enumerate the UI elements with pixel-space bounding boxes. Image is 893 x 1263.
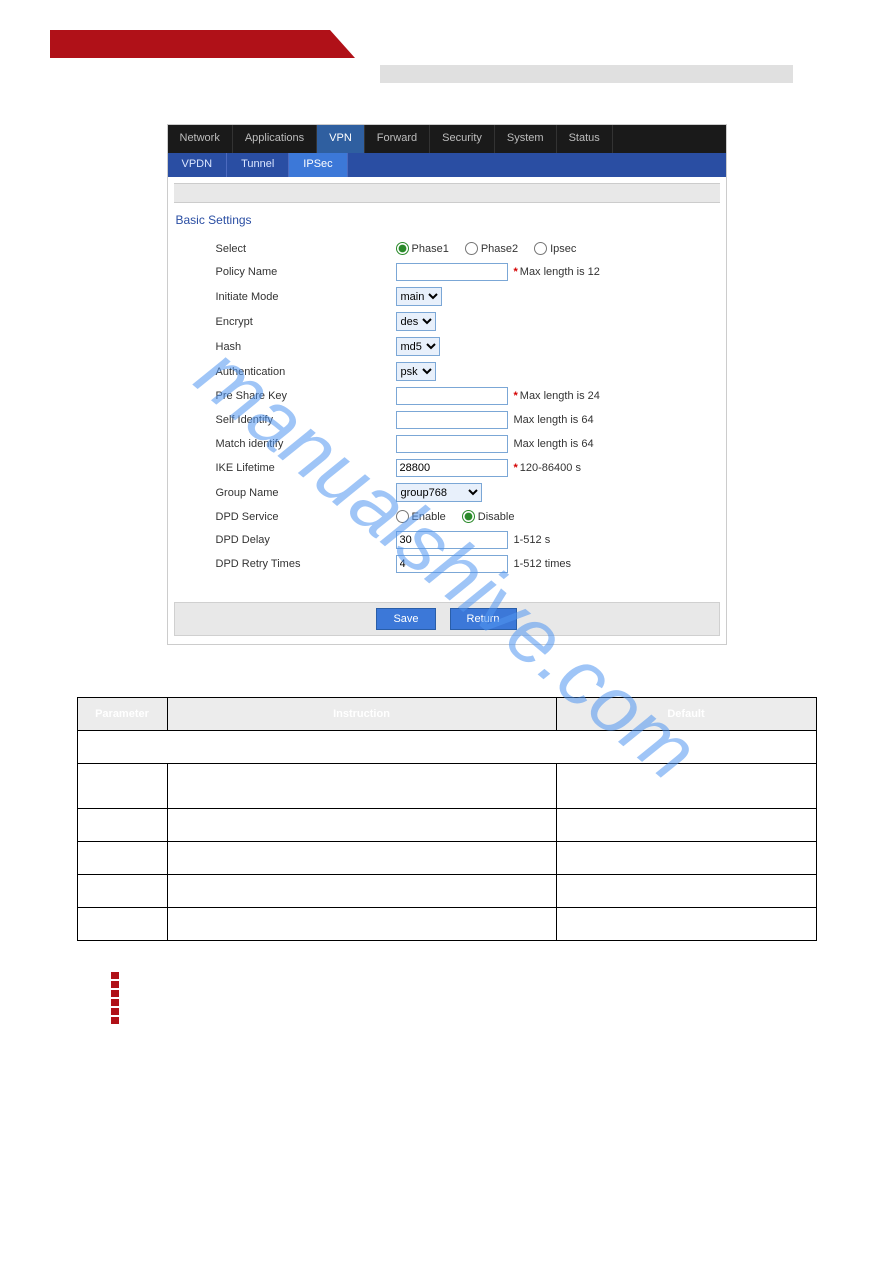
- cell-d-3: des: [556, 875, 816, 908]
- match-id-input[interactable]: [396, 435, 508, 453]
- chapter-label: Chapter 3 Router Configuration: [650, 976, 803, 988]
- radio-phase2[interactable]: Phase2: [465, 242, 518, 255]
- group-title: Phase 1: [77, 731, 816, 764]
- figure-label: Figure 3-3-4-a Phase One Basic Settings: [50, 88, 843, 102]
- cell-d-1: None: [556, 809, 816, 842]
- self-id-hint: Max length is 64: [514, 414, 594, 426]
- radio-dpd-enable-label: Enable: [412, 511, 446, 523]
- top-nav: Network Applications VPN Forward Securit…: [168, 125, 726, 153]
- cell-i-2: Main mode or aggressive mode. It must be…: [167, 842, 556, 875]
- cell-p-3: Encrypt: [77, 875, 167, 908]
- cell-i-0: Phase 1, Phase 2 and IPSec. Phase 1 and …: [167, 764, 556, 809]
- cell-p-4: Hash: [77, 908, 167, 941]
- cell-d-2: main: [556, 842, 816, 875]
- header-red-bar: [50, 30, 330, 58]
- params-table: Parameter Instruction Default Phase 1 Se…: [77, 697, 817, 941]
- radio-dpd-enable[interactable]: Enable: [396, 510, 446, 523]
- dpd-retry-hint: 1-512 times: [514, 558, 571, 570]
- hash-select[interactable]: md5: [396, 337, 440, 356]
- cell-p-0: Select: [77, 764, 167, 809]
- nav-network[interactable]: Network: [168, 125, 233, 153]
- cell-i-4: Only md5 and SHA supported. It must be t…: [167, 908, 556, 941]
- nav-status[interactable]: Status: [557, 125, 613, 153]
- nav-applications[interactable]: Applications: [233, 125, 317, 153]
- page-number: 44: [140, 975, 153, 989]
- ike-lifetime-label: IKE Lifetime: [216, 462, 396, 474]
- encrypt-select[interactable]: des: [396, 312, 436, 331]
- self-id-label: Self Identify: [216, 414, 396, 426]
- subnav-tunnel[interactable]: Tunnel: [227, 153, 289, 177]
- initiate-mode-select[interactable]: main: [396, 287, 442, 306]
- cell-i-3: Only 3DES and DES supported. It must be …: [167, 875, 556, 908]
- policy-name-hint: Max length is 12: [520, 266, 600, 278]
- cell-p-1: Policy Name: [77, 809, 167, 842]
- subnav-ipsec[interactable]: IPSec: [289, 153, 347, 177]
- radio-phase1-input[interactable]: [396, 242, 409, 255]
- filter-bar: [174, 183, 720, 203]
- radio-phase1-label: Phase1: [412, 243, 449, 255]
- group-name-select[interactable]: group768: [396, 483, 482, 502]
- dpd-delay-input[interactable]: [396, 531, 508, 549]
- select-label: Select: [216, 243, 396, 255]
- psk-input[interactable]: [396, 387, 508, 405]
- psk-label: Pre Share Key: [216, 390, 396, 402]
- th-parameter: Parameter: [77, 698, 167, 731]
- policy-name-input[interactable]: [396, 263, 508, 281]
- radio-dpd-disable[interactable]: Disable: [462, 510, 515, 523]
- radio-phase2-input[interactable]: [465, 242, 478, 255]
- save-button[interactable]: Save: [376, 608, 435, 630]
- th-default: Default: [556, 698, 816, 731]
- dpd-delay-hint: 1-512 s: [514, 534, 551, 546]
- radio-ipsec[interactable]: Ipsec: [534, 242, 576, 255]
- group-name-label: Group Name: [216, 487, 396, 499]
- cell-d-4: md5: [556, 908, 816, 941]
- sub-nav: VPDN Tunnel IPSec: [168, 153, 726, 177]
- self-id-input[interactable]: [396, 411, 508, 429]
- radio-dpd-disable-input[interactable]: [462, 510, 475, 523]
- dpd-retry-label: DPD Retry Times: [216, 558, 396, 570]
- psk-hint: Max length is 24: [520, 390, 600, 402]
- initiate-mode-label: Initiate Mode: [216, 291, 396, 303]
- nav-vpn[interactable]: VPN: [317, 125, 365, 153]
- auth-label: Authentication: [216, 366, 396, 378]
- fieldset-title: Basic Settings: [168, 203, 726, 233]
- table-caption: Table 3-3-4-a Phase One Parameter Instru…: [50, 673, 843, 687]
- radio-phase1[interactable]: Phase1: [396, 242, 449, 255]
- dpd-service-label: DPD Service: [216, 511, 396, 523]
- auth-select[interactable]: psk: [396, 362, 436, 381]
- match-id-hint: Max length is 64: [514, 438, 594, 450]
- ike-lifetime-hint: 120-86400 s: [520, 462, 581, 474]
- match-id-label: Match identify: [216, 438, 396, 450]
- nav-forward[interactable]: Forward: [365, 125, 430, 153]
- radio-dpd-enable-input[interactable]: [396, 510, 409, 523]
- th-instruction: Instruction: [167, 698, 556, 731]
- form-body: Select Phase1 Phase2 Ipsec Policy Name *…: [168, 233, 726, 594]
- cell-p-2: Initiate Mode: [77, 842, 167, 875]
- subnav-vpdn[interactable]: VPDN: [168, 153, 228, 177]
- ike-lifetime-input[interactable]: [396, 459, 508, 477]
- radio-ipsec-input[interactable]: [534, 242, 547, 255]
- radio-dpd-disable-label: Disable: [478, 511, 515, 523]
- dpd-delay-label: DPD Delay: [216, 534, 396, 546]
- encrypt-label: Encrypt: [216, 316, 396, 328]
- buttons-bar: Save Return: [174, 602, 720, 636]
- return-button[interactable]: Return: [450, 608, 517, 630]
- radio-phase2-label: Phase2: [481, 243, 518, 255]
- footer-logo-icon: [110, 971, 128, 993]
- cell-i-1: Indicates this policy's name, max length…: [167, 809, 556, 842]
- policy-name-label: Policy Name: [216, 266, 396, 278]
- nav-system[interactable]: System: [495, 125, 557, 153]
- hash-label: Hash: [216, 341, 396, 353]
- cell-d-0: Phase 1: [556, 764, 816, 809]
- dpd-retry-input[interactable]: [396, 555, 508, 573]
- radio-ipsec-label: Ipsec: [550, 243, 576, 255]
- header-gray-bar: [380, 65, 793, 83]
- admin-panel: Network Applications VPN Forward Securit…: [167, 124, 727, 645]
- nav-security[interactable]: Security: [430, 125, 495, 153]
